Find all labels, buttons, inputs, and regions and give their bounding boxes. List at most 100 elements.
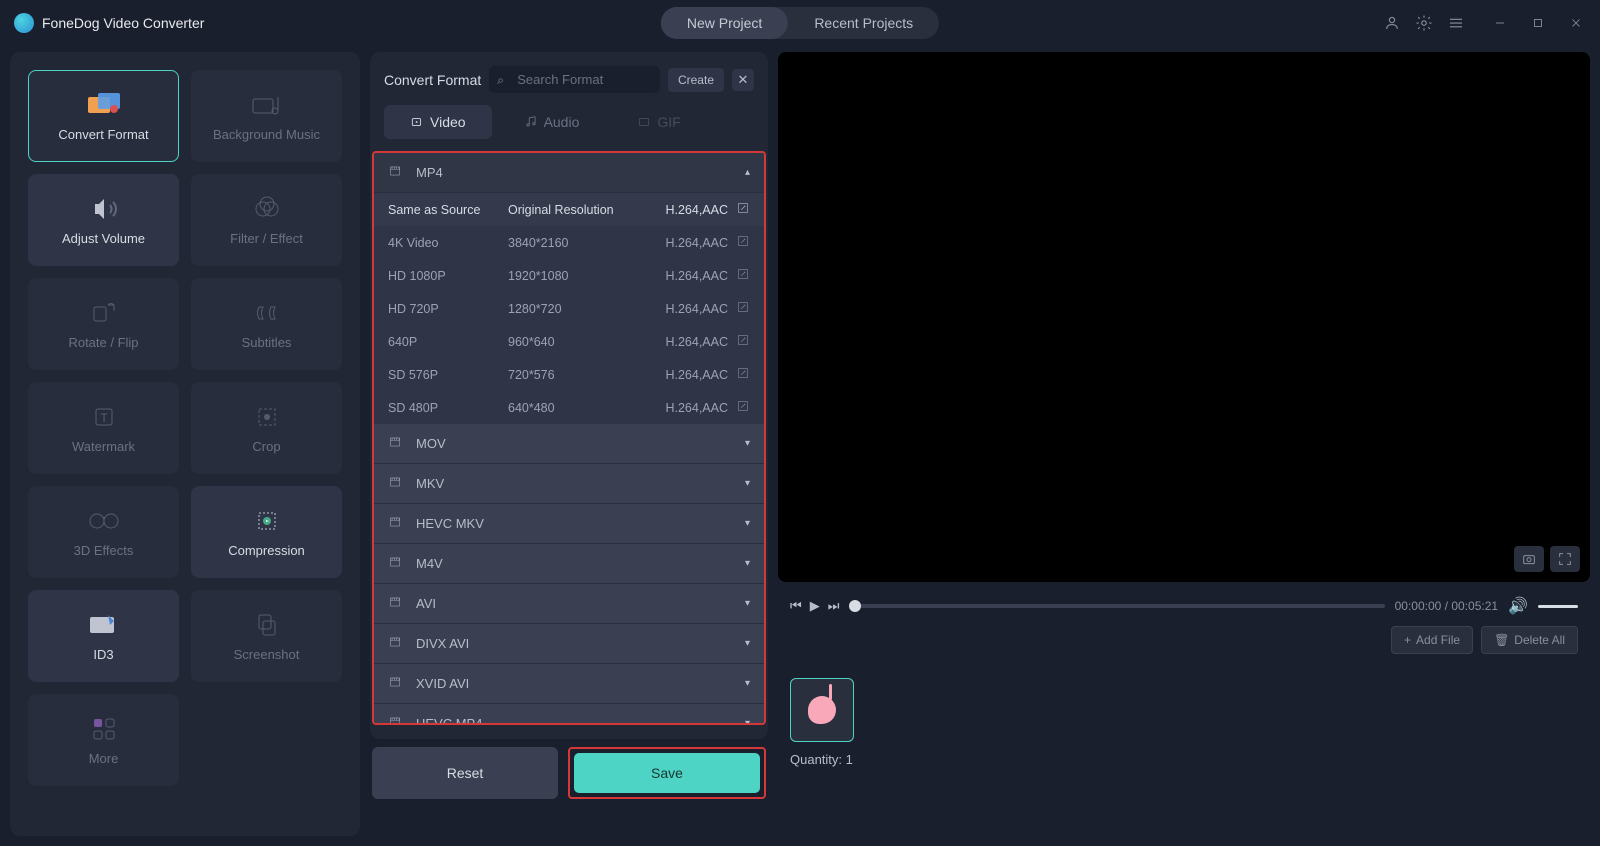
menu-icon[interactable] xyxy=(1446,13,1466,33)
format-group-divx-avi[interactable]: DIVX AVI▾ xyxy=(374,624,764,664)
format-list[interactable]: MP4▴Same as SourceOriginal ResolutionH.2… xyxy=(372,151,766,725)
play-icon[interactable]: ▶ xyxy=(810,598,820,614)
tool-convert[interactable]: Convert Format xyxy=(28,70,179,162)
maximize-icon[interactable] xyxy=(1528,13,1548,33)
format-group-m4v[interactable]: M4V▾ xyxy=(374,544,764,584)
volume-icon[interactable]: 🔊 xyxy=(1508,596,1528,616)
add-file-button[interactable]: +Add File xyxy=(1391,626,1473,654)
edit-icon[interactable] xyxy=(736,333,750,350)
close-panel-button[interactable]: ✕ xyxy=(732,69,754,91)
format-panel: Convert Format ⌕ Create ✕ Video Audio GI… xyxy=(370,52,768,739)
settings-icon[interactable] xyxy=(1414,13,1434,33)
chevron-up-icon: ▴ xyxy=(745,167,750,178)
film-icon xyxy=(388,164,406,181)
search-icon: ⌕ xyxy=(497,73,504,88)
minimize-icon[interactable] xyxy=(1490,13,1510,33)
fullscreen-icon[interactable] xyxy=(1550,546,1580,572)
volume-slider[interactable] xyxy=(1538,605,1578,608)
tool-filter[interactable]: Filter / Effect xyxy=(191,174,342,266)
format-group-xvid-avi[interactable]: XVID AVI▾ xyxy=(374,664,764,704)
watermark-icon: T xyxy=(86,403,122,431)
prev-icon[interactable]: ⏮ xyxy=(790,598,802,614)
edit-icon[interactable] xyxy=(736,300,750,317)
chevron-down-icon: ▾ xyxy=(745,478,750,489)
tool-crop[interactable]: Crop xyxy=(191,382,342,474)
edit-icon[interactable] xyxy=(736,267,750,284)
format-group-hevc-mp4[interactable]: HEVC MP4▾ xyxy=(374,704,764,725)
preset-row[interactable]: 640P960*640H.264,AAC xyxy=(374,325,764,358)
chevron-down-icon: ▾ xyxy=(745,438,750,449)
save-button[interactable]: Save xyxy=(574,753,760,793)
queue-item[interactable] xyxy=(790,678,854,742)
format-group-mov[interactable]: MOV▾ xyxy=(374,424,764,464)
format-group-avi[interactable]: AVI▾ xyxy=(374,584,764,624)
compress-icon xyxy=(249,507,285,535)
tab-recent-projects[interactable]: Recent Projects xyxy=(788,7,939,39)
subtitles-icon xyxy=(249,299,285,327)
3d-icon xyxy=(86,507,122,535)
file-queue: Quantity: 1 xyxy=(778,662,1590,767)
tool-bgmusic[interactable]: Background Music xyxy=(191,70,342,162)
format-tab-audio[interactable]: Audio xyxy=(498,105,606,139)
tool-subtitles[interactable]: Subtitles xyxy=(191,278,342,370)
reset-button[interactable]: Reset xyxy=(372,747,558,799)
chevron-down-icon: ▾ xyxy=(745,558,750,569)
tool-watermark[interactable]: TWatermark xyxy=(28,382,179,474)
id3-icon xyxy=(86,611,122,639)
film-icon xyxy=(388,555,406,572)
tab-new-project[interactable]: New Project xyxy=(661,7,788,39)
time-display: 00:00:00 / 00:05:21 xyxy=(1395,599,1498,613)
tool-id3[interactable]: ID3 xyxy=(28,590,179,682)
preset-row[interactable]: Same as SourceOriginal ResolutionH.264,A… xyxy=(374,193,764,226)
format-group-hevc-mkv[interactable]: HEVC MKV▾ xyxy=(374,504,764,544)
player-bar: ⏮ ▶ ⏭ 00:00:00 / 00:05:21 🔊 xyxy=(778,590,1590,618)
chevron-down-icon: ▾ xyxy=(745,598,750,609)
video-preview xyxy=(778,52,1590,582)
chevron-down-icon: ▾ xyxy=(745,518,750,529)
preset-row[interactable]: SD 576P720*576H.264,AAC xyxy=(374,358,764,391)
chevron-down-icon: ▾ xyxy=(745,678,750,689)
tool-rotate[interactable]: Rotate / Flip xyxy=(28,278,179,370)
format-tab-gif[interactable]: GIF xyxy=(611,105,706,139)
edit-icon[interactable] xyxy=(736,234,750,251)
format-tab-video[interactable]: Video xyxy=(384,105,492,139)
create-button[interactable]: Create xyxy=(668,68,724,92)
app-title: FoneDog Video Converter xyxy=(42,15,204,31)
tool-volume[interactable]: Adjust Volume xyxy=(28,174,179,266)
format-group-mkv[interactable]: MKV▾ xyxy=(374,464,764,504)
film-icon xyxy=(388,715,406,725)
tool-compress[interactable]: Compression xyxy=(191,486,342,578)
close-icon[interactable] xyxy=(1566,13,1586,33)
trash-icon: 🗑 xyxy=(1494,633,1509,647)
account-icon[interactable] xyxy=(1382,13,1402,33)
film-icon xyxy=(388,675,406,692)
next-icon[interactable]: ⏭ xyxy=(828,598,840,614)
preset-row[interactable]: SD 480P640*480H.264,AAC xyxy=(374,391,764,424)
delete-all-button[interactable]: 🗑Delete All xyxy=(1481,626,1578,654)
preset-row[interactable]: HD 1080P1920*1080H.264,AAC xyxy=(374,259,764,292)
more-icon xyxy=(86,715,122,743)
crop-icon xyxy=(249,403,285,431)
tool-screenshot[interactable]: Screenshot xyxy=(191,590,342,682)
edit-icon[interactable] xyxy=(736,366,750,383)
seek-bar[interactable] xyxy=(849,604,1384,608)
edit-icon[interactable] xyxy=(736,399,750,416)
format-group-mp4[interactable]: MP4▴ xyxy=(374,153,764,193)
film-icon xyxy=(388,595,406,612)
rotate-icon xyxy=(86,299,122,327)
preset-row[interactable]: 4K Video3840*2160H.264,AAC xyxy=(374,226,764,259)
film-icon xyxy=(388,475,406,492)
project-tabs: New Project Recent Projects xyxy=(661,7,939,39)
edit-icon[interactable] xyxy=(736,201,750,218)
film-icon xyxy=(388,435,406,452)
chevron-down-icon: ▾ xyxy=(745,638,750,649)
snapshot-icon[interactable] xyxy=(1514,546,1544,572)
preset-row[interactable]: HD 720P1280*720H.264,AAC xyxy=(374,292,764,325)
tool-more[interactable]: More xyxy=(28,694,179,786)
filter-icon xyxy=(249,195,285,223)
tool-3d[interactable]: 3D Effects xyxy=(28,486,179,578)
bgmusic-icon xyxy=(249,91,285,119)
quantity-label: Quantity: 1 xyxy=(790,752,1578,767)
panel-title: Convert Format xyxy=(384,72,481,88)
search-input[interactable] xyxy=(489,66,660,93)
